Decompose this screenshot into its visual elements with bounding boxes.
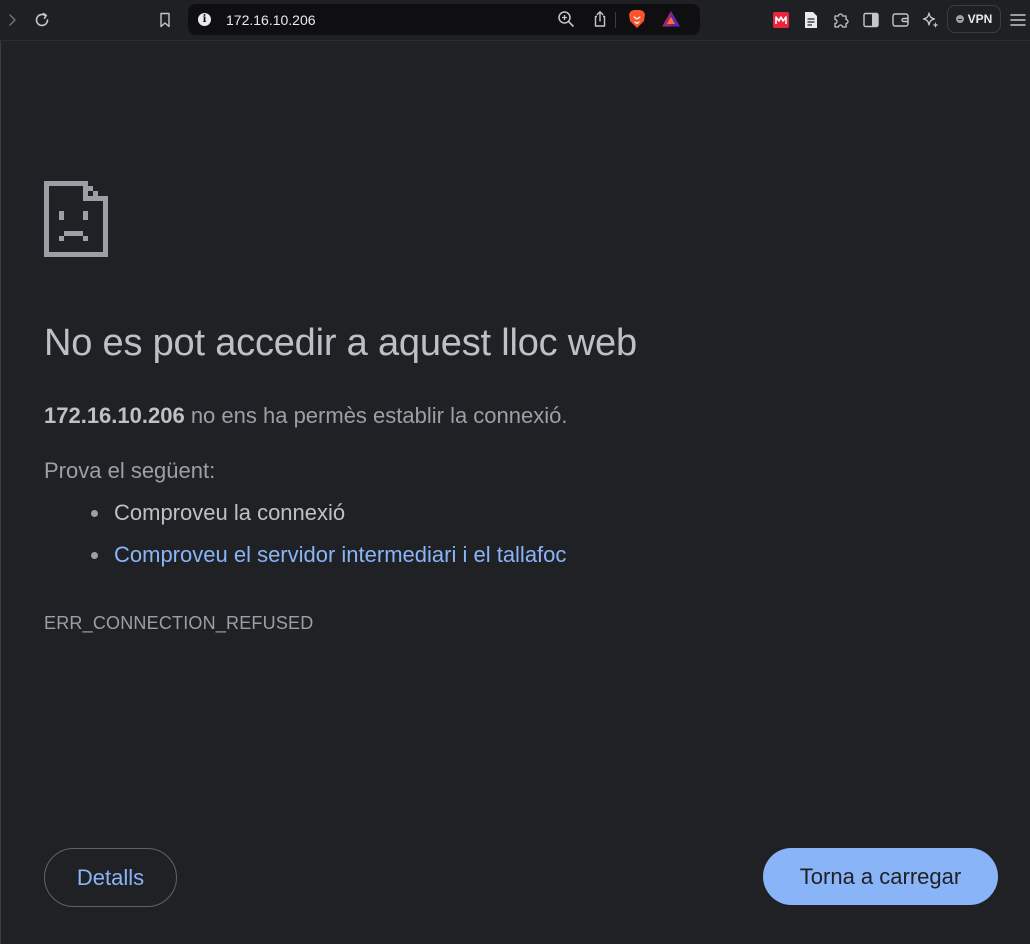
brave-lion-icon[interactable] xyxy=(625,7,649,31)
error-code: ERR_CONNECTION_REFUSED xyxy=(44,613,314,633)
sparkle-icon[interactable] xyxy=(919,8,943,32)
window-edge xyxy=(0,41,1,944)
address-bar-divider xyxy=(615,12,616,28)
zoom-in-icon[interactable] xyxy=(554,7,578,31)
address-bar-url[interactable]: 172.16.10.206 xyxy=(226,12,316,28)
chevron-right-icon[interactable] xyxy=(0,8,24,32)
vpn-label: VPN xyxy=(967,12,993,26)
error-host: 172.16.10.206 xyxy=(44,403,185,428)
vpn-status-icon xyxy=(955,15,964,23)
browser-toolbar: i 172.16.10.206 VPN xyxy=(0,0,1030,41)
suggestions-list: Comproveu la connexió Comproveu el servi… xyxy=(88,498,566,582)
vpn-button[interactable]: VPN xyxy=(947,5,1001,33)
sidebar-icon[interactable] xyxy=(859,8,883,32)
suggestions-heading: Prova el següent: xyxy=(44,458,216,483)
red-extension-icon[interactable] xyxy=(769,8,793,32)
suggestion-check-connection: Comproveu la connexió xyxy=(88,498,566,540)
suggestion-check-proxy-firewall-link[interactable]: Comproveu el servidor intermediari i el … xyxy=(88,540,566,582)
error-summary: 172.16.10.206 no ens ha permès establir … xyxy=(44,403,567,429)
address-bar[interactable]: i 172.16.10.206 xyxy=(188,4,700,35)
puzzle-icon[interactable] xyxy=(829,8,853,32)
document-icon[interactable] xyxy=(799,8,823,32)
share-icon[interactable] xyxy=(588,7,612,31)
error-summary-text: no ens ha permès establir la connexió. xyxy=(184,403,568,428)
hamburger-menu-icon[interactable] xyxy=(1006,8,1030,32)
sad-document-icon xyxy=(44,181,108,257)
reload-icon[interactable] xyxy=(30,8,54,32)
page-title: No es pot accedir a aquest lloc web xyxy=(44,322,637,364)
reload-button[interactable]: Torna a carregar xyxy=(763,848,998,905)
info-icon[interactable]: i xyxy=(198,13,211,26)
triangle-icon[interactable] xyxy=(659,7,683,31)
details-button[interactable]: Detalls xyxy=(44,848,177,907)
bookmark-icon[interactable] xyxy=(153,8,177,32)
wallet-icon[interactable] xyxy=(889,8,913,32)
